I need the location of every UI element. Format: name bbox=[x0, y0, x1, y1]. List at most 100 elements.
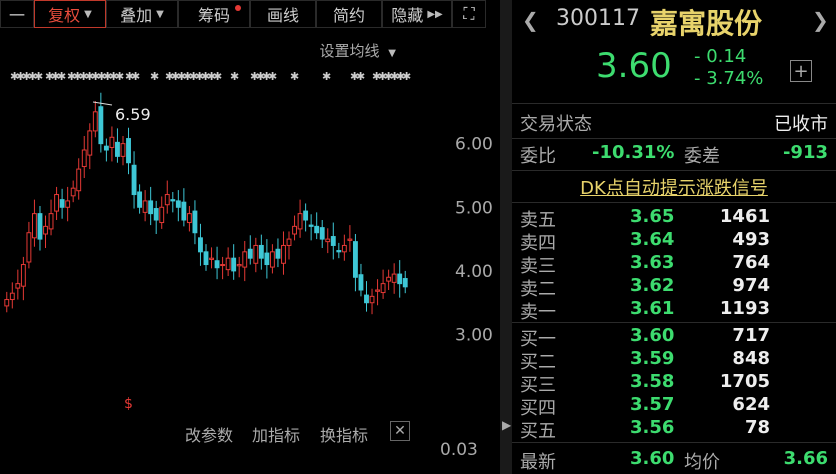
level-price: 3.56 bbox=[630, 417, 675, 438]
candle-body bbox=[347, 238, 353, 241]
notification-dot-icon bbox=[235, 5, 241, 11]
bid-row[interactable]: 买五 3.56 78 bbox=[512, 417, 836, 442]
stock-code: 300117 bbox=[556, 6, 640, 31]
candle-body bbox=[375, 289, 380, 292]
ma-legend-dot: ✱ bbox=[290, 70, 299, 83]
volume-tick: 0.03 bbox=[440, 440, 478, 460]
candle-body bbox=[175, 200, 181, 208]
close-indicator-button[interactable]: ✕ bbox=[390, 421, 410, 441]
panel-divider[interactable] bbox=[500, 0, 512, 474]
next-stock-icon[interactable]: ❯ bbox=[812, 8, 829, 32]
candle-body bbox=[281, 244, 286, 264]
candle-body bbox=[81, 149, 87, 168]
jianyue-button[interactable]: 简约 bbox=[316, 0, 382, 28]
candle-body bbox=[170, 199, 176, 202]
level-volume: 78 bbox=[744, 417, 770, 438]
ma-legend-dot: ✱ bbox=[115, 70, 124, 83]
quote-header: ❮ 300117 嘉寓股份 ❯ 3.60 - 0.14 - 3.74% + bbox=[512, 0, 836, 100]
yincang-button[interactable]: 隐藏 ▶▶ bbox=[382, 0, 452, 28]
candles bbox=[4, 92, 408, 315]
latest-label: 最新 bbox=[520, 452, 556, 473]
menu-button[interactable]: 一 bbox=[0, 0, 34, 28]
ask-row[interactable]: 卖四 3.64 493 bbox=[512, 229, 836, 254]
bid-row[interactable]: 买四 3.57 624 bbox=[512, 394, 836, 419]
candle-body bbox=[126, 138, 131, 164]
level-name: 卖一 bbox=[520, 302, 556, 323]
chouma-button[interactable]: 筹码 bbox=[178, 0, 250, 28]
fullscreen-button[interactable]: ⛶ bbox=[452, 0, 486, 28]
diejia-button[interactable]: 叠加 ▼ bbox=[106, 0, 178, 28]
ask-row[interactable]: 卖一 3.61 1193 bbox=[512, 298, 836, 323]
candle-body bbox=[164, 194, 170, 206]
candle-body bbox=[242, 251, 248, 268]
candle-body bbox=[87, 130, 93, 156]
candle-body bbox=[352, 241, 358, 278]
ma-legend-dot: ✱ bbox=[57, 70, 66, 83]
prev-stock-icon[interactable]: ❮ bbox=[522, 8, 539, 32]
ma-legend-dot: ✱ bbox=[322, 70, 331, 83]
level-price: 3.64 bbox=[630, 229, 675, 250]
level-name: 买五 bbox=[520, 421, 556, 442]
double-chevron-right-icon: ▶▶ bbox=[427, 8, 443, 20]
price-change: - 0.14 - 3.74% bbox=[694, 46, 763, 90]
candle-body bbox=[120, 143, 126, 157]
candle-body bbox=[70, 187, 76, 197]
candle-body bbox=[236, 264, 242, 267]
change-value: - 0.14 bbox=[694, 46, 747, 67]
bid-row[interactable]: 买一 3.60 717 bbox=[512, 325, 836, 350]
bid-row[interactable]: 买二 3.59 848 bbox=[512, 348, 836, 373]
candle-body bbox=[341, 244, 347, 253]
ma-legend-dot: ✱ bbox=[131, 70, 140, 83]
candle-body bbox=[397, 273, 403, 285]
y-tick-label: 4.00 bbox=[455, 262, 493, 282]
dk-signal-link[interactable]: DK点自动提示涨跌信号 bbox=[512, 174, 836, 200]
candle-body bbox=[32, 213, 37, 239]
dollar-signal-icon: $ bbox=[124, 396, 133, 412]
divider bbox=[512, 170, 836, 171]
candle-body bbox=[297, 213, 303, 230]
candle-body bbox=[225, 257, 231, 271]
divider bbox=[512, 322, 836, 323]
status-label: 交易状态 bbox=[520, 114, 592, 135]
collapse-arrow-icon[interactable]: ▶ bbox=[502, 418, 512, 448]
set-ma-button[interactable]: 设置均线 ▼ bbox=[320, 40, 397, 61]
ask-row[interactable]: 卖五 3.65 1461 bbox=[512, 206, 836, 231]
change-params-button[interactable]: 改参数 bbox=[185, 422, 233, 446]
ma-legend-dot: ✱ bbox=[230, 70, 239, 83]
close-icon: ✕ bbox=[394, 423, 406, 439]
ask-row[interactable]: 卖三 3.63 764 bbox=[512, 252, 836, 277]
avg-value: 3.66 bbox=[783, 448, 828, 469]
chart-toolbar: 一 复权 ▼ 叠加 ▼ 筹码 画线 简约 隐藏 ▶▶ ⛶ bbox=[0, 0, 500, 30]
candle-body bbox=[358, 274, 364, 291]
weicha-value: -913 bbox=[782, 142, 828, 163]
y-axis: 6.00 5.00 4.00 3.00 bbox=[455, 135, 493, 346]
candle-body bbox=[231, 257, 237, 272]
level-volume: 1461 bbox=[719, 206, 770, 227]
candle-body bbox=[380, 283, 386, 294]
candle-body bbox=[269, 251, 275, 268]
kline-chart[interactable]: ✱✱✱✱✱ ✱✱✱ ✱✱✱✱✱✱✱✱✱ ✱✱ ✱ ✱✱✱✱✱✱✱✱✱ ✱ ✱✱✱✱ ✱ ✱ ✱✱ ✱✱… bbox=[0, 60, 500, 420]
candle-body bbox=[9, 292, 15, 301]
peak-arrow bbox=[92, 101, 113, 106]
fuquan-button[interactable]: 复权 ▼ bbox=[34, 0, 106, 28]
candle-body bbox=[181, 201, 187, 221]
level-price: 3.61 bbox=[630, 298, 675, 319]
candle-body bbox=[386, 276, 392, 282]
ma-legend-dot: ✱ bbox=[34, 70, 43, 83]
level-volume: 1193 bbox=[719, 298, 770, 319]
level-volume: 1705 bbox=[719, 371, 770, 392]
candle-body bbox=[314, 225, 320, 234]
switch-indicator-button[interactable]: 换指标 bbox=[320, 422, 368, 446]
ma-legend-row: ✱✱✱✱✱ ✱✱✱ ✱✱✱✱✱✱✱✱✱ ✱✱ ✱ ✱✱✱✱✱✱✱✱✱ ✱ ✱✱✱✱ ✱ ✱ ✱✱ ✱✱… bbox=[10, 70, 411, 83]
candle-body bbox=[308, 224, 314, 227]
level-price: 3.62 bbox=[630, 275, 675, 296]
candle-body bbox=[159, 206, 165, 224]
huaxian-button[interactable]: 画线 bbox=[250, 0, 316, 28]
ask-row[interactable]: 卖二 3.62 974 bbox=[512, 275, 836, 300]
bid-row[interactable]: 买三 3.58 1705 bbox=[512, 371, 836, 396]
add-watchlist-button[interactable]: + bbox=[790, 60, 812, 82]
add-indicator-button[interactable]: 加指标 bbox=[252, 422, 300, 446]
candle-body bbox=[37, 213, 43, 240]
candle-body bbox=[76, 168, 82, 192]
candle-body bbox=[131, 164, 137, 196]
